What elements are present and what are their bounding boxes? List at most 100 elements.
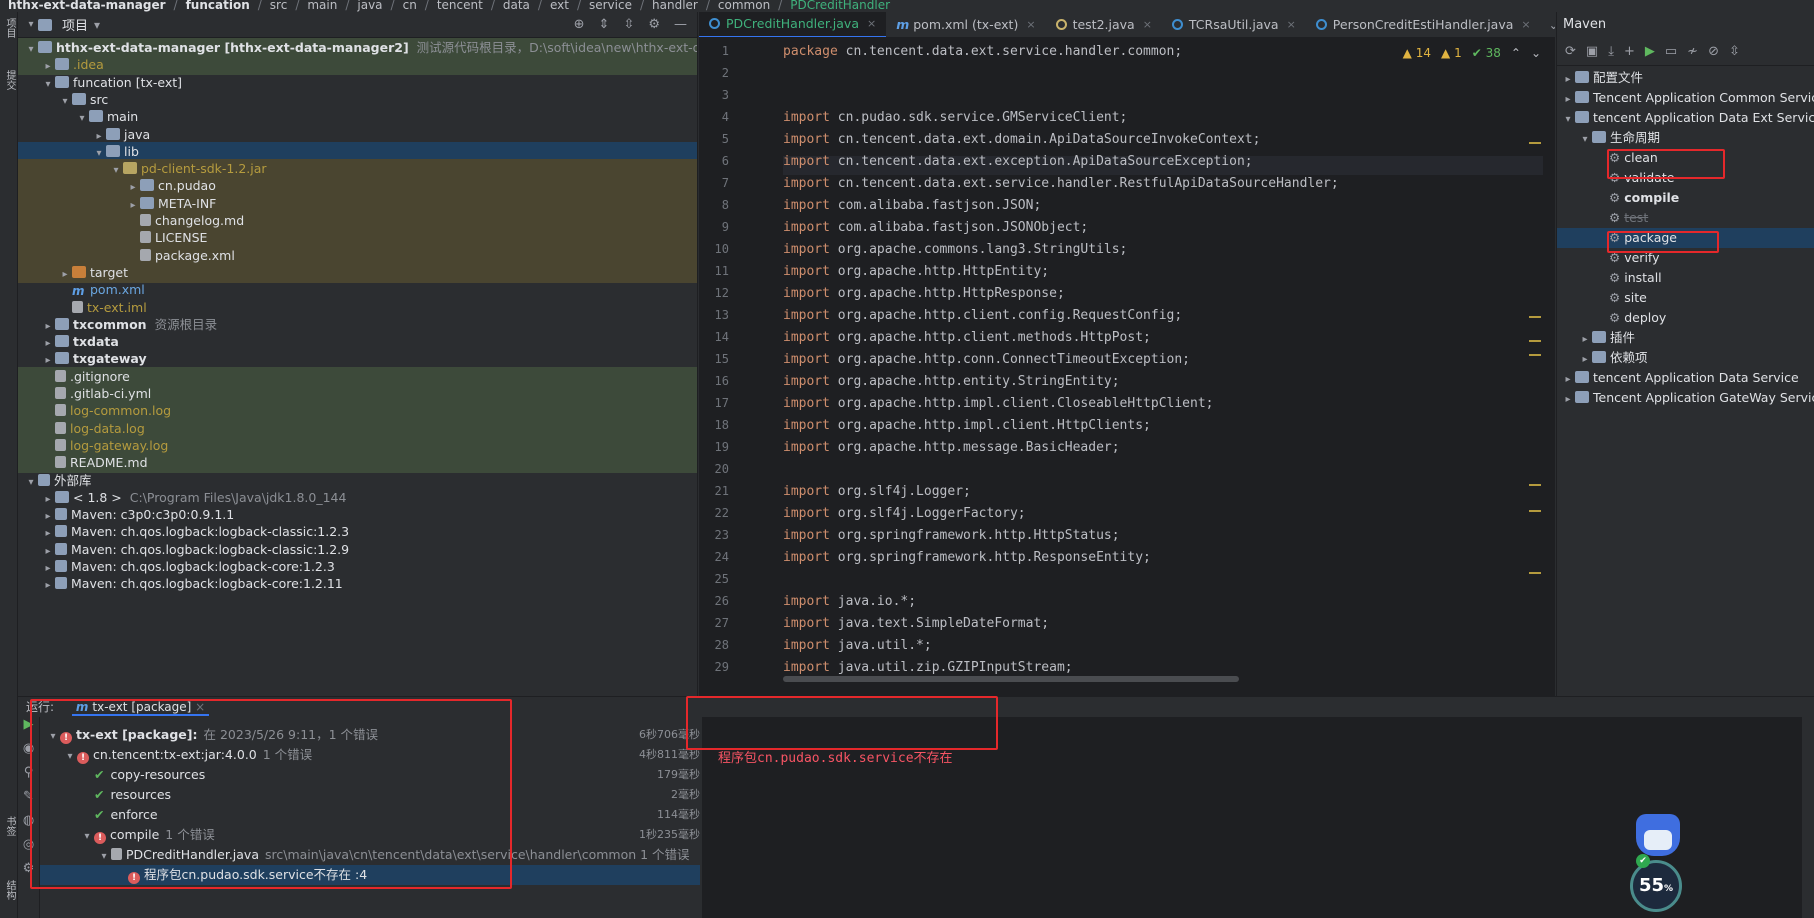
maven-tree-row[interactable]: ▸ 插件 [1557, 328, 1814, 348]
chevron-right-icon[interactable]: ▸ [1561, 370, 1575, 390]
inspection-widget[interactable]: ▲ 14 ▲ 1 ✔ 38 ⌃ ⌄ [1403, 46, 1541, 60]
expand-all-icon[interactable]: ⇕ [599, 17, 610, 32]
breadcrumb-item[interactable]: hthx-ext-data-manager [8, 0, 166, 11]
editor-tab[interactable]: test2.java × [1046, 12, 1162, 37]
hide-icon[interactable]: — [674, 17, 687, 32]
run-tree-row[interactable]: ▾ PDCreditHandler.java src\main\java\cn\te… [40, 845, 700, 865]
commit-tool-button[interactable]: 提交 [1, 70, 17, 90]
run-tree-row[interactable]: ✔ copy-resources 179毫秒 [40, 765, 700, 785]
chevron-right-icon[interactable]: ▸ [1561, 70, 1575, 90]
chevron-down-icon[interactable]: ▾ [1578, 130, 1592, 150]
maven-tree-row[interactable]: ⚙ verify [1557, 248, 1814, 268]
maven-tree-row[interactable]: ⚙ compile [1557, 188, 1814, 208]
assistant-widget[interactable]: 55% ✔ [1628, 812, 1688, 912]
breadcrumb-item[interactable]: common [718, 0, 770, 11]
chevron-right-icon[interactable]: ▸ [1578, 350, 1592, 370]
breadcrumb-item[interactable]: data [503, 0, 530, 11]
breadcrumb-item[interactable]: funcation [186, 0, 250, 11]
breadcrumb-item[interactable]: cn [403, 0, 417, 11]
run-tree-row[interactable]: ▾! compile 1 个错误 1秒235毫秒 [40, 825, 700, 845]
project-tool-button[interactable]: 项目 [1, 18, 17, 38]
close-icon[interactable]: × [1026, 12, 1035, 37]
chevron-right-icon[interactable]: ▸ [1578, 330, 1592, 350]
maven-tree-row[interactable]: ⚙ install [1557, 268, 1814, 288]
maven-tree-row[interactable]: ▸ 依赖项 [1557, 348, 1814, 368]
maven-tree-row[interactable]: ⚙ package [1557, 228, 1814, 248]
close-icon[interactable]: × [1143, 12, 1152, 37]
close-icon[interactable]: × [195, 700, 205, 714]
maven-tree-row[interactable]: ⚙ site [1557, 288, 1814, 308]
chevron-down-icon[interactable]: ▾ [63, 747, 77, 767]
run-tree-row[interactable]: ✔ resources 2毫秒 [40, 785, 700, 805]
folder-add-icon[interactable]: ▣ [1586, 44, 1598, 59]
breadcrumb-item[interactable]: handler [652, 0, 698, 11]
horizontal-scrollbar[interactable] [783, 676, 1239, 682]
run-tree-row[interactable]: ▾! tx-ext [package]: 在 2023/5/26 9:11，1 个错… [40, 725, 700, 745]
maven-tree-row[interactable]: ⚙ deploy [1557, 308, 1814, 328]
close-icon[interactable]: × [1521, 12, 1530, 37]
breadcrumb-item[interactable]: src [270, 0, 288, 11]
chevron-down-icon[interactable]: ▾ [94, 18, 100, 32]
editor-tab[interactable]: m pom.xml (tx-ext) × [886, 12, 1045, 37]
maven-tree-row[interactable]: ⚙ validate [1557, 168, 1814, 188]
pin-icon[interactable]: ⚲ [18, 765, 39, 789]
stop-icon[interactable]: ◉ [18, 741, 39, 765]
maven-tree-row[interactable]: ⚙ clean [1557, 148, 1814, 168]
camera-icon[interactable]: ◍ [18, 813, 39, 837]
breadcrumb-item[interactable]: java [357, 0, 382, 11]
reload-icon[interactable]: ⟳ [1565, 44, 1576, 59]
maven-tree-row[interactable]: ▸ tencent Application Data Service [1557, 368, 1814, 388]
collapse-all-icon[interactable]: ⇳ [623, 17, 634, 32]
project-tree-row[interactable]: ▸ Maven: ch.qos.logback:logback-core:1.2.… [18, 574, 697, 596]
eye-icon[interactable]: ◎ [18, 837, 39, 861]
code-area[interactable]: ▲ 14 ▲ 1 ✔ 38 ⌃ ⌄ 1 package cn.tencent.da… [699, 38, 1555, 686]
maven-tree-row[interactable]: ▾ 生命周期 [1557, 128, 1814, 148]
add-icon[interactable]: + [1624, 44, 1635, 59]
maven-tree-row[interactable]: ▸ Tencent Application GateWay Service [1557, 388, 1814, 408]
editor-tab[interactable]: PersonCreditEstiHandler.java × [1306, 12, 1541, 37]
chevron-down-icon[interactable]: ▾ [97, 847, 111, 867]
run-tree-row[interactable]: ! 程序包cn.pudao.sdk.service不存在 :4 [40, 865, 700, 885]
line-number: 25 [714, 572, 729, 586]
chevron-up-icon[interactable]: ⌃ [1511, 46, 1521, 60]
chevron-down-icon[interactable]: ⌄ [1531, 46, 1541, 60]
run-tree-row[interactable]: ▾! cn.tencent:tx-ext:jar:4.0.0 1 个错误 4秒811毫… [40, 745, 700, 765]
rerun-icon[interactable]: ▶ [18, 717, 39, 741]
run-icon[interactable]: ▶ [1645, 44, 1655, 59]
chevron-down-icon[interactable]: ▾ [1561, 110, 1575, 130]
maven-tree-row[interactable]: ⚙ test [1557, 208, 1814, 228]
chevron-down-icon[interactable]: ▾ [46, 727, 60, 747]
editor-tab[interactable]: PDCreditHandler.java × [699, 12, 887, 37]
close-icon[interactable]: × [867, 12, 876, 37]
project-panel-title[interactable]: 项目 [62, 15, 88, 34]
breadcrumb-item[interactable]: service [589, 0, 632, 11]
gear-icon[interactable]: ⚙ [648, 17, 660, 32]
chevron-down-icon[interactable]: ▾ [80, 827, 94, 847]
download-icon[interactable]: ⤓ [1608, 44, 1614, 59]
maven-tree-row[interactable]: ▸ Tencent Application Common Service [1557, 88, 1814, 108]
breadcrumb-item[interactable]: tencent [437, 0, 483, 11]
chevron-right-icon[interactable]: ▸ [1561, 90, 1575, 110]
execute-goal-icon[interactable]: ▭ [1665, 44, 1677, 59]
skip-tests-icon[interactable]: ⊘ [1708, 44, 1719, 59]
more-tabs-icon[interactable]: ⌄ [1541, 18, 1555, 32]
wrench-icon[interactable]: ✎ [18, 789, 39, 813]
maven-tree-row[interactable]: ▾ tencent Application Data Ext Service [1557, 108, 1814, 128]
run-tab[interactable]: m tx-ext [package] × [71, 700, 210, 716]
close-icon[interactable]: × [1287, 12, 1296, 37]
chevron-right-icon[interactable]: ▸ [41, 576, 55, 596]
chevron-down-icon[interactable]: ▾ [24, 19, 38, 30]
structure-tool-button[interactable]: 结构 [1, 880, 17, 900]
breadcrumb-item[interactable]: main [307, 0, 337, 11]
bookmarks-tool-button[interactable]: 书签 [1, 816, 17, 836]
toggle-offline-icon[interactable]: ≁ [1687, 44, 1698, 59]
run-tree-row[interactable]: ✔ enforce 114毫秒 [40, 805, 700, 825]
chevron-right-icon[interactable]: ▸ [1561, 390, 1575, 410]
maven-tree-row[interactable]: ▸ 配置文件 [1557, 68, 1814, 88]
locate-icon[interactable]: ⊕ [574, 17, 585, 32]
settings-icon[interactable]: ⚙ [18, 861, 39, 885]
breadcrumb-item[interactable]: PDCreditHandler [790, 0, 890, 11]
breadcrumb-item[interactable]: ext [550, 0, 569, 11]
editor-tab[interactable]: TCRsaUtil.java × [1162, 12, 1306, 37]
collapse-icon[interactable]: ⇳ [1729, 44, 1740, 59]
